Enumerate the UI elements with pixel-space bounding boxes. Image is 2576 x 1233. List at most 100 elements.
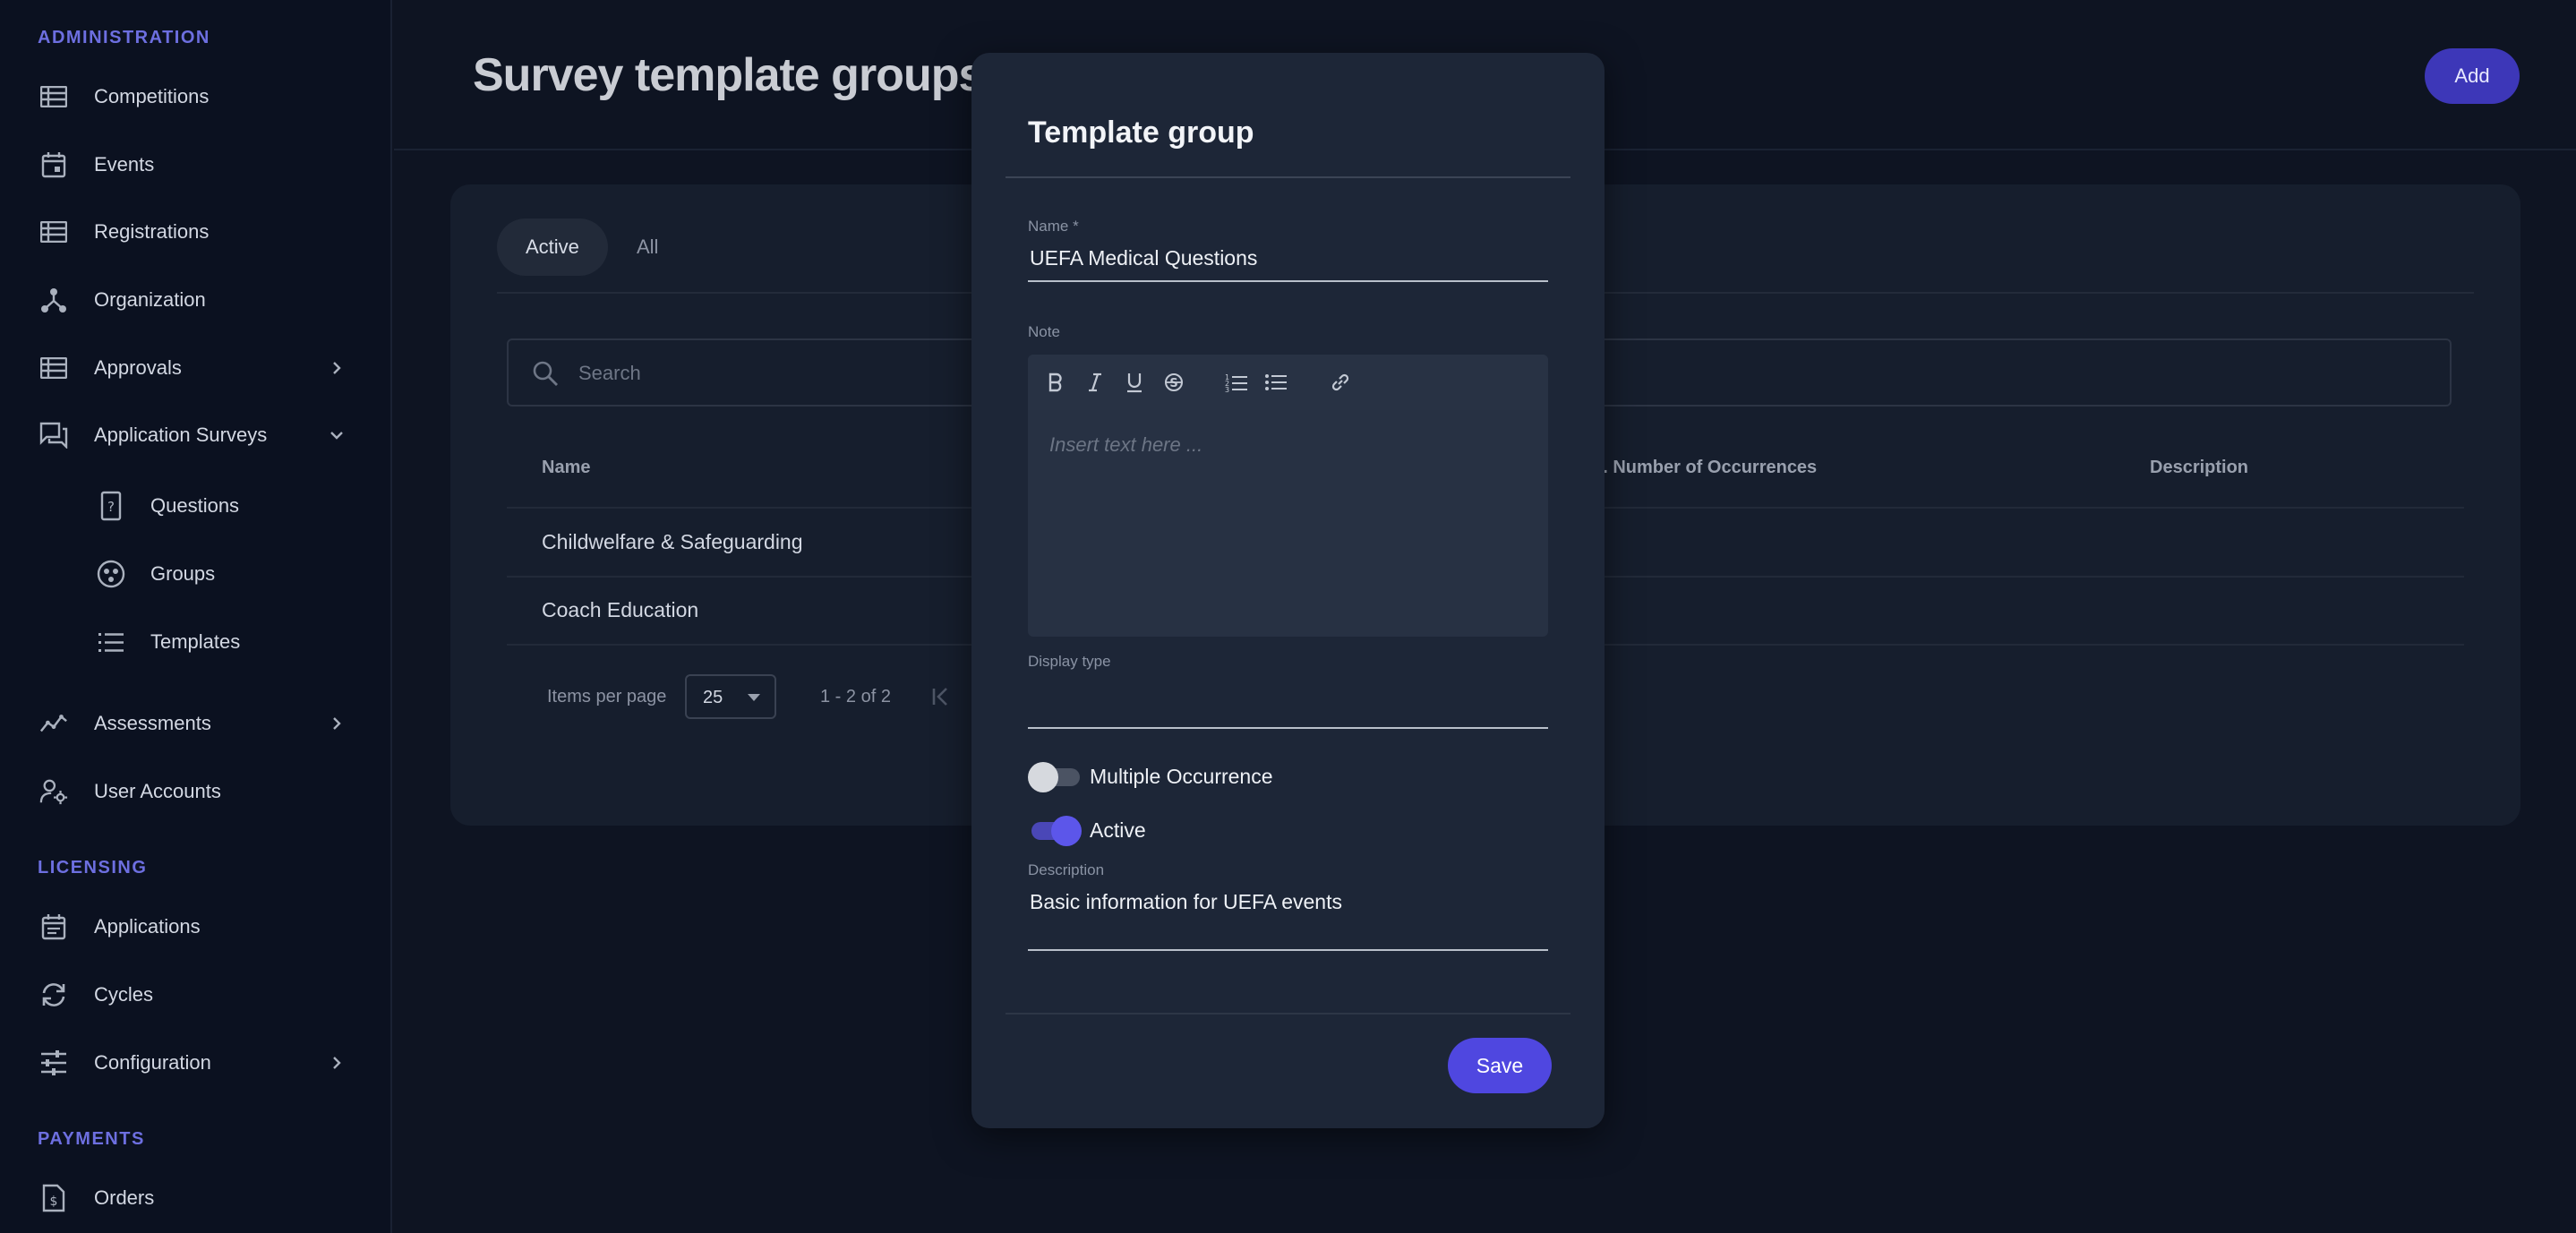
sidebar-item-label: User Accounts: [94, 780, 221, 802]
pager-range: 1 - 2 of 2: [820, 687, 891, 706]
bullet-list-icon[interactable]: [1262, 369, 1289, 396]
refresh-icon: [39, 980, 68, 1009]
chevron-down-icon: [328, 426, 346, 444]
bold-icon[interactable]: [1042, 369, 1069, 396]
display-type-select[interactable]: [1028, 727, 1548, 729]
sidebar-item-configuration[interactable]: Configuration: [0, 1036, 390, 1090]
trend-icon: [39, 709, 68, 738]
description-field-underline: [1028, 949, 1548, 951]
table-icon: [39, 82, 68, 111]
sidebar-item-cycles[interactable]: Cycles: [0, 968, 390, 1022]
active-toggle[interactable]: [1028, 814, 1082, 846]
sidebar-item-registrations[interactable]: Registrations: [0, 205, 390, 259]
table-icon: [39, 218, 68, 246]
sidebar-item-questions[interactable]: ? Questions: [0, 479, 390, 533]
sidebar-item-label: Organization: [94, 288, 206, 311]
sidebar-item-label: Events: [94, 153, 155, 176]
user-gear-icon: [39, 777, 68, 806]
name-label: Name *: [1028, 218, 1079, 235]
multiple-occurrence-toggle[interactable]: [1028, 760, 1080, 792]
table-icon: [39, 354, 68, 382]
sidebar-item-label: Templates: [150, 630, 241, 653]
multiple-occurrence-label: Multiple Occurrence: [1090, 765, 1273, 788]
section-licensing: LICENSING: [38, 858, 148, 878]
svg-text:S: S: [1169, 377, 1177, 390]
search-placeholder: Search: [578, 362, 641, 384]
name-field-underline: [1028, 280, 1548, 282]
sliders-icon: [39, 1049, 68, 1077]
chevron-right-icon: [328, 715, 346, 732]
sidebar-item-groups[interactable]: Groups: [0, 547, 390, 601]
save-button[interactable]: Save: [1448, 1038, 1552, 1093]
ordered-list-icon[interactable]: 123: [1223, 369, 1250, 396]
sidebar-item-label: Cycles: [94, 983, 154, 1006]
list-icon: [97, 628, 125, 656]
chevron-right-icon: [328, 1054, 346, 1072]
svg-text:$: $: [50, 1194, 58, 1209]
sidebar-item-organization[interactable]: Organization: [0, 273, 390, 327]
dialog-title-divider: [1006, 176, 1570, 178]
note-placeholder: Insert text here ...: [1049, 433, 1203, 456]
chat-icon: [39, 421, 68, 450]
note-label: Note: [1028, 323, 1060, 340]
dialog-footer-divider: [1006, 1013, 1570, 1015]
sidebar-item-label: Application Surveys: [94, 424, 268, 446]
sidebar-item-label: Questions: [150, 494, 240, 517]
sidebar-item-approvals[interactable]: Approvals: [0, 341, 390, 395]
calendar-icon: [39, 150, 68, 179]
section-administration: ADMINISTRATION: [38, 28, 210, 47]
items-per-page-select[interactable]: 25: [685, 674, 776, 719]
search-icon: [532, 360, 559, 387]
group-icon: [97, 560, 125, 588]
description-label: Description: [1028, 861, 1105, 878]
items-per-page-label: Items per page: [547, 687, 667, 706]
column-header-description[interactable]: Description: [2150, 458, 2248, 478]
sidebar-item-orders[interactable]: $ Orders: [0, 1171, 390, 1225]
description-field[interactable]: Basic information for UEFA events: [1030, 890, 1342, 914]
sidebar-item-templates[interactable]: Templates: [0, 615, 390, 669]
hierarchy-icon: [39, 286, 68, 314]
sidebar-item-application-surveys[interactable]: Application Surveys: [0, 408, 390, 462]
question-icon: ?: [97, 491, 125, 521]
caret-down-icon: [748, 694, 760, 701]
first-page-icon[interactable]: [930, 686, 952, 707]
sidebar-item-applications[interactable]: Applications: [0, 900, 390, 954]
sidebar-item-label: Approvals: [94, 356, 182, 379]
invoice-icon: $: [39, 1184, 68, 1212]
section-payments: PAYMENTS: [38, 1129, 145, 1149]
calendar-list-icon: [39, 912, 68, 941]
chevron-right-icon: [328, 359, 346, 377]
sidebar-item-label: Registrations: [94, 220, 210, 243]
sidebar-item-label: Groups: [150, 562, 216, 585]
tab-active[interactable]: Active: [497, 218, 608, 276]
svg-text:?: ?: [107, 499, 115, 515]
sidebar-item-label: Configuration: [94, 1051, 211, 1074]
sidebar-item-user-accounts[interactable]: User Accounts: [0, 765, 390, 818]
table-row[interactable]: Childwelfare & Safeguarding: [542, 530, 803, 554]
sidebar-item-label: Assessments: [94, 712, 211, 734]
column-header-occurrences[interactable]: n. Number of Occurrences: [1592, 458, 1817, 478]
template-group-dialog: Template group Name * UEFA Medical Quest…: [971, 53, 1605, 1128]
link-icon[interactable]: [1327, 369, 1354, 396]
sidebar-item-label: Orders: [94, 1186, 155, 1209]
editor-toolbar: S 123: [1028, 355, 1548, 410]
active-label: Active: [1090, 818, 1146, 842]
name-field[interactable]: UEFA Medical Questions: [1030, 246, 1257, 270]
strikethrough-icon[interactable]: S: [1160, 369, 1187, 396]
sidebar-item-assessments[interactable]: Assessments: [0, 697, 390, 750]
underline-icon[interactable]: [1121, 369, 1148, 396]
dialog-title: Template group: [1028, 116, 1254, 150]
page-title: Survey template groups: [473, 49, 984, 101]
italic-icon[interactable]: [1082, 369, 1108, 396]
column-header-name[interactable]: Name: [542, 458, 590, 478]
sidebar-item-competitions[interactable]: Competitions: [0, 70, 390, 124]
table-row[interactable]: Coach Education: [542, 598, 698, 622]
sidebar-item-events[interactable]: Events: [0, 138, 390, 192]
sidebar-item-label: Competitions: [94, 85, 210, 107]
tab-all[interactable]: All: [619, 218, 676, 276]
display-type-label: Display type: [1028, 653, 1111, 670]
note-editor[interactable]: S 123 Insert text here ...: [1028, 355, 1548, 637]
add-button[interactable]: Add: [2425, 48, 2520, 104]
sidebar-item-label: Applications: [94, 915, 201, 938]
svg-text:3: 3: [1225, 386, 1229, 392]
